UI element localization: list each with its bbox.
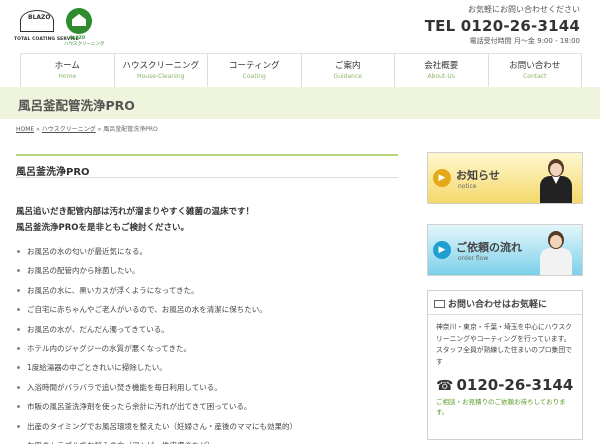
nav-item-house-cleaning[interactable]: ハウスクリーニング House-Cleaning: [113, 54, 208, 87]
inquiry-widget: お問い合わせはお気軽に 神奈川・東京・千葉・埼玉を中心にハウスクリーニングやコー…: [427, 290, 583, 440]
nav-item-guidance[interactable]: ご案内 Guidance: [300, 54, 395, 87]
nav-item-about[interactable]: 会社概要 About-Us: [394, 54, 488, 87]
breadcrumb-section[interactable]: ハウスクリーニング: [42, 126, 96, 133]
news-banner-subtitle: notice: [458, 183, 477, 190]
arrow-right-icon: ▶: [433, 169, 451, 187]
nav-sublabel: Guidance: [333, 73, 362, 80]
nav-sublabel: Coating: [242, 73, 266, 80]
global-nav: ホーム Home ハウスクリーニング House-Cleaning コーティング…: [20, 53, 582, 87]
lead-line: 風呂追いだき配管内部は汚れが溜まりやすく雑菌の温床です！: [16, 207, 255, 217]
inquiry-widget-title: お問い合わせはお気軽に: [428, 291, 582, 315]
arrow-right-icon: ▶: [433, 241, 451, 259]
order-flow-banner[interactable]: ▶ ご依頼の流れ order flow: [427, 224, 583, 276]
breadcrumb-home[interactable]: HOME: [16, 126, 34, 133]
nav-item-coating[interactable]: コーティング Coating: [207, 54, 301, 87]
header-inquiry-text: お気軽にお問い合わせください: [468, 5, 580, 14]
inquiry-widget-tel[interactable]: ☎ 0120-26-3144: [428, 376, 582, 394]
nav-item-home[interactable]: ホーム Home: [20, 54, 114, 87]
list-item: 市販の風呂釜洗浄剤を使ったら余計に汚れが出てきて困っている。: [16, 397, 398, 416]
nav-sublabel: Home: [58, 73, 77, 80]
list-item: お肌のトラブルでお悩みの方（アトピー性皮膚炎など）: [16, 436, 398, 444]
staff-photo: [536, 157, 576, 203]
logo-text: BLAZO: [28, 14, 51, 21]
header-tel[interactable]: TEL 0120-26-3144: [425, 17, 580, 35]
list-item: ホテル内のジャグジーの水質が悪くなってきた。: [16, 339, 398, 358]
phone-icon: ☎: [436, 378, 454, 394]
inquiry-widget-title-text: お問い合わせはお気軽に: [448, 300, 548, 310]
mail-icon: [434, 300, 445, 308]
nav-label: コーティング: [229, 61, 280, 71]
nav-label: ハウスクリーニング: [122, 61, 199, 71]
concern-list: お風呂の水の匂いが最近気になる。 お風呂の配管内から除菌したい。 お風呂の水に、…: [16, 242, 398, 444]
list-item: お風呂の水に、黒いカスが浮くようになってきた。: [16, 281, 398, 300]
inquiry-widget-note: ご相談・お見積りのご依頼お待ちしております。: [436, 398, 566, 416]
house-logo-subtext: ハウスクリーニング: [64, 42, 105, 47]
site-header: BLAZO TOTAL COATING SERVICE BLAZO ハウスクリー…: [0, 0, 600, 52]
breadcrumb-separator: »: [34, 126, 42, 133]
page-title-band: 風呂釜配管洗浄PRO: [0, 87, 600, 119]
lead-line: 風呂釜洗浄PROを是非ともご検討ください。: [16, 223, 190, 233]
nav-sublabel: About-Us: [427, 73, 455, 80]
nav-label: ご案内: [334, 61, 361, 71]
nav-item-contact[interactable]: お問い合わせ Contact: [487, 54, 582, 87]
order-flow-banner-title: ご依頼の流れ: [456, 241, 522, 254]
nav-label: ホーム: [54, 61, 80, 71]
house-logo-text: BLAZO: [70, 35, 85, 40]
lead-text: 風呂追いだき配管内部は汚れが溜まりやすく雑菌の温床です！ 風呂釜洗浄PROを是非…: [16, 204, 398, 236]
list-item: お風呂の水の匂いが最近気になる。: [16, 242, 398, 261]
news-banner[interactable]: ▶ お知らせ notice: [427, 152, 583, 204]
list-item: ご自宅に赤ちゃんやご老人がいるので、お風呂の水を清潔に保ちたい。: [16, 300, 398, 319]
news-banner-title: お知らせ: [456, 169, 500, 182]
breadcrumb: HOME » ハウスクリーニング » 風呂釜配管洗浄PRO: [16, 124, 158, 133]
list-item: 入浴時間がバラバラで追い焚き機能を毎日利用している。: [16, 378, 398, 397]
house-cleaning-logo[interactable]: BLAZO ハウスクリーニング: [64, 8, 105, 52]
list-item: お風呂の水が、だんだん濁ってきている。: [16, 320, 398, 339]
staff-photo: [536, 229, 576, 275]
inquiry-widget-tel-number: 0120-26-3144: [456, 376, 574, 394]
nav-label: お問い合わせ: [509, 61, 561, 71]
company-logo[interactable]: BLAZO TOTAL COATING SERVICE: [14, 10, 79, 50]
nav-sublabel: Contact: [523, 73, 547, 80]
list-item: 出産のタイミングでお風呂環境を整えたい（妊婦さん・産後のママにも効果的）: [16, 417, 398, 436]
header-hours: 電話受付時間 月〜金 9:00 - 18:00: [469, 37, 580, 45]
section-heading: 風呂釜洗浄PRO: [16, 154, 398, 178]
breadcrumb-current: 風呂釜配管洗浄PRO: [103, 126, 158, 133]
order-flow-banner-subtitle: order flow: [458, 255, 489, 262]
nav-sublabel: House-Cleaning: [137, 73, 185, 80]
inquiry-widget-text: 神奈川・東京・千葉・埼玉を中心にハウスクリーニングやコーティングを行っています。…: [436, 323, 572, 366]
list-item: 1度給湯器の中ごときれいに掃除したい。: [16, 358, 398, 377]
page-title: 風呂釜配管洗浄PRO: [18, 98, 135, 113]
main-content: 風呂釜洗浄PRO 風呂追いだき配管内部は汚れが溜まりやすく雑菌の温床です！ 風呂…: [16, 154, 398, 444]
nav-label: 会社概要: [424, 61, 459, 71]
list-item: お風呂の配管内から除菌したい。: [16, 261, 398, 280]
header-contact: お気軽にお問い合わせください TEL 0120-26-3144 電話受付時間 月…: [425, 4, 580, 46]
